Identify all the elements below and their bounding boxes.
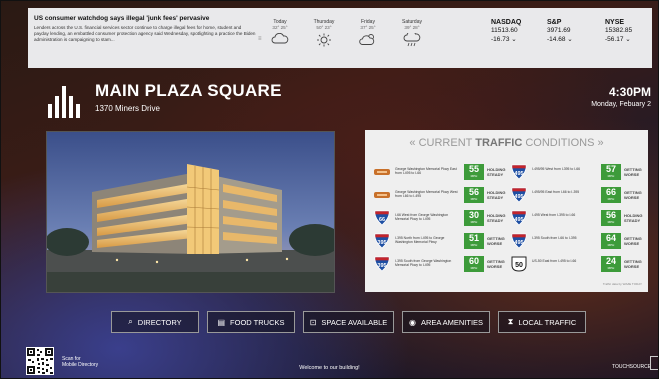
screen-bezel xyxy=(0,0,659,379)
